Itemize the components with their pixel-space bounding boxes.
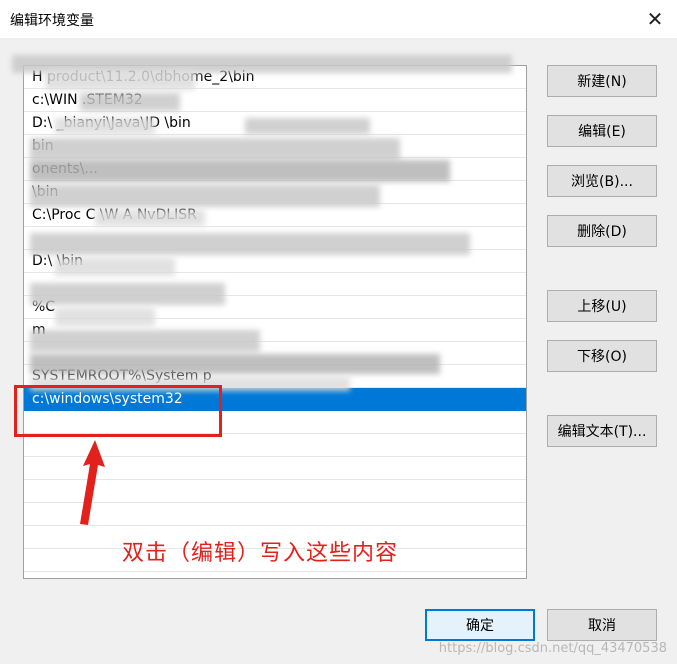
annotation-text: 双击（编辑）写入这些内容: [122, 541, 399, 566]
watermark: https://blog.csdn.net/qq_43470538: [438, 641, 667, 656]
